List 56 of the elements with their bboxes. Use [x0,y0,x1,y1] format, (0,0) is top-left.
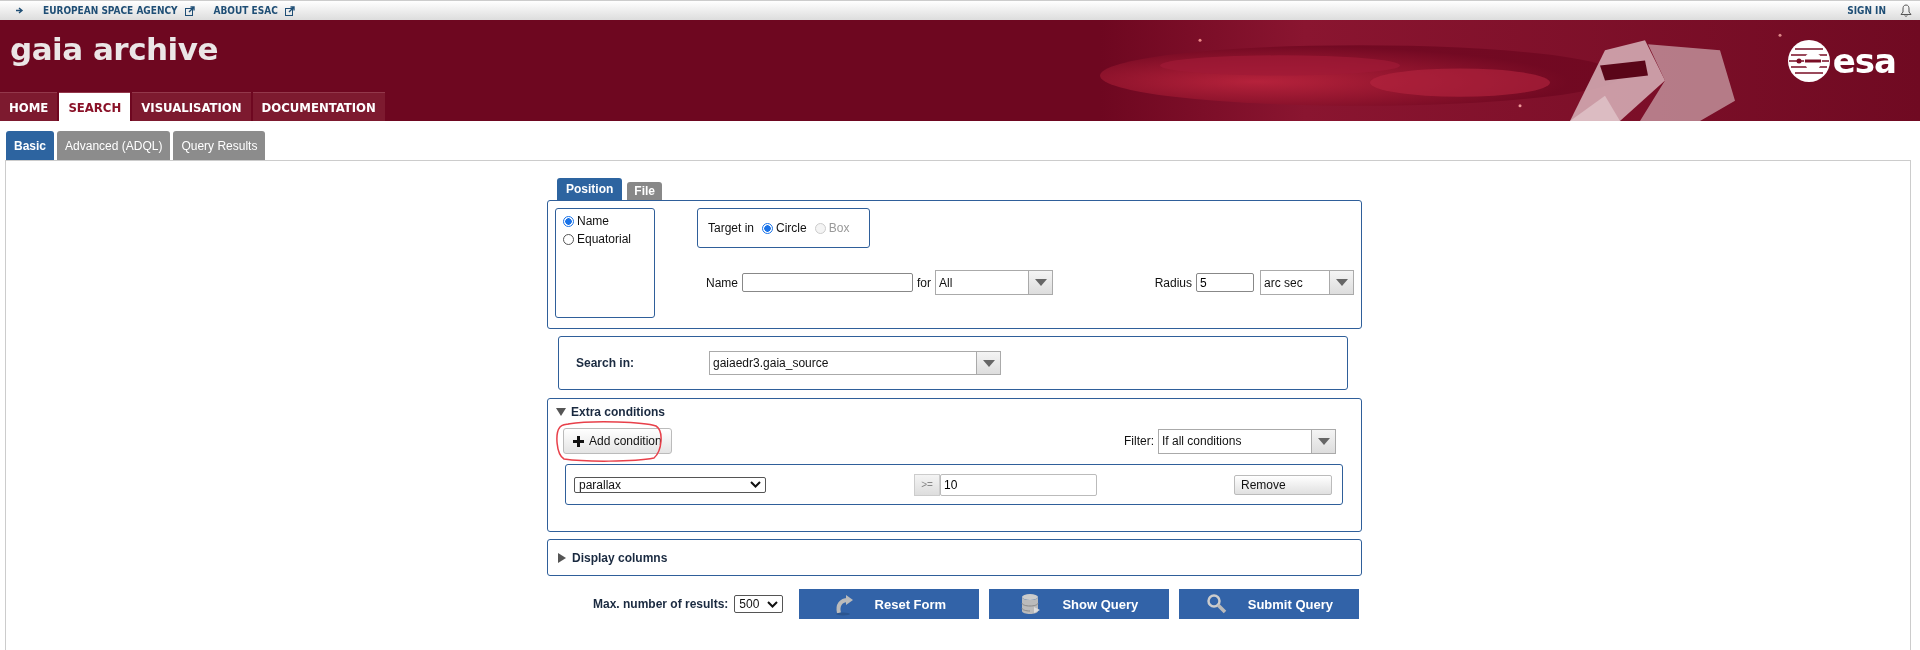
nav-tab[interactable]: SEARCH [59,92,131,121]
caret-icon [1335,279,1348,286]
radio-label: Equatorial [577,232,632,246]
top-link[interactable]: ABOUT ESAC [213,5,278,16]
nav-tab[interactable]: HOME [0,92,58,121]
tab[interactable]: Position [557,178,623,200]
nav-tab[interactable]: VISUALISATION [132,92,251,121]
radio-button[interactable] [563,233,574,245]
field-label: Name [706,275,738,290]
tab[interactable]: Basic [6,131,55,160]
remove-button[interactable]: Remove [1234,474,1332,495]
caret-icon [982,359,995,367]
dropdown[interactable]: arc sec [1260,270,1354,295]
plus-icon [573,435,584,447]
top-link[interactable]: EUROPEAN SPACE AGENCY [43,5,178,16]
search-icon [1205,592,1228,616]
caret-icon [1034,279,1047,286]
field-label: Radius [1154,275,1192,290]
radio-button[interactable] [563,215,574,227]
action-button[interactable]: Show Query [989,589,1170,619]
add-condition-button[interactable]: Add condition [563,428,672,454]
chevron-icon [767,600,779,608]
site-title: gaia archive [9,30,219,67]
dropdown[interactable]: 500 [734,595,784,613]
nav-tab[interactable]: DOCUMENTATION [252,92,385,121]
radio-label: Circle [776,221,807,235]
radio-label: Name [577,214,609,228]
field-label: Target in [708,221,755,235]
value-input[interactable]: 10 [940,473,1097,496]
external-link-icon [284,5,295,16]
sign-in-link[interactable]: SIGN IN [1847,5,1886,16]
chevron-icon [750,481,761,488]
globe-logo-icon [1786,39,1831,83]
arrow-icon [16,7,24,14]
bell-icon [1900,4,1912,17]
action-button[interactable]: Submit Query [1179,589,1360,619]
tab[interactable]: File [627,182,662,200]
logo-text: esa [1832,44,1896,78]
section-toggle[interactable]: Extra conditions [571,405,665,419]
radius-input[interactable]: 5 [1196,273,1254,292]
operator-label: >= [914,473,940,496]
field-label: Search in: [576,356,636,370]
section-toggle[interactable]: Display columns [572,550,668,565]
radio-button[interactable] [762,222,774,234]
radio-label: Box [828,221,850,235]
name-input[interactable] [742,273,913,292]
field-label: Filter: [1124,434,1154,448]
external-link-icon [184,5,195,16]
action-button[interactable]: Reset Form [799,589,980,619]
field-label: Max. number of results: [593,597,729,611]
caret-icon [1317,437,1330,445]
dropdown[interactable]: parallax [574,476,766,493]
dropdown[interactable]: All [935,270,1054,295]
field-label: for [917,275,932,290]
dropdown[interactable]: If all conditions [1158,428,1336,454]
dropdown[interactable]: gaiaedr3.gaia_source [709,351,1001,375]
